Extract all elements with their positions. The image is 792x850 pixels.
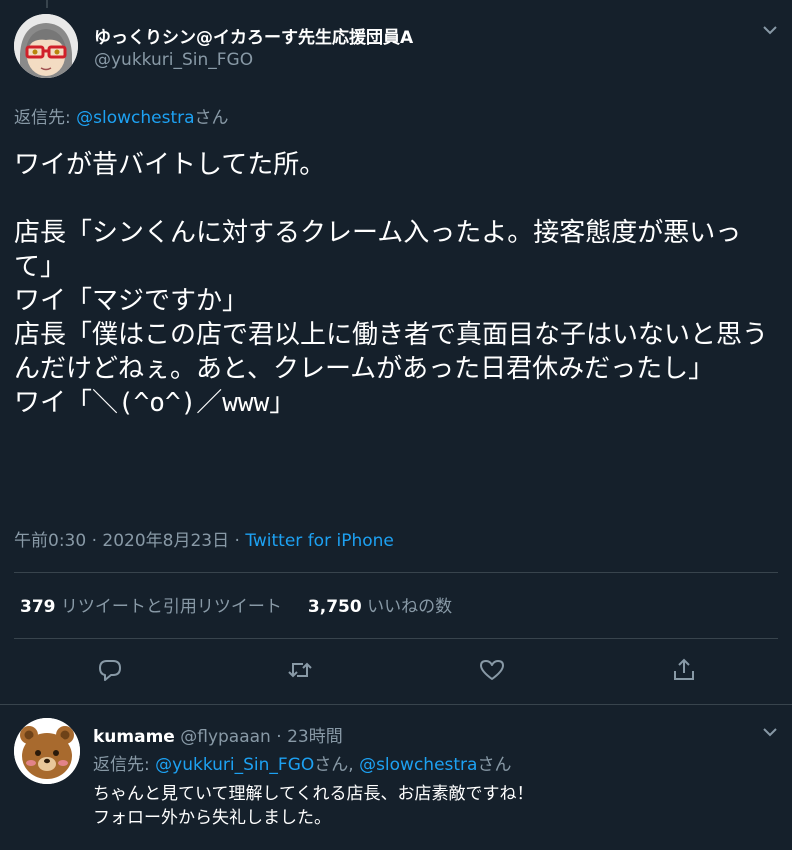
heart-icon <box>480 660 504 680</box>
reply-dot: · <box>270 727 288 747</box>
reply-avatar[interactable] <box>14 718 80 784</box>
share-button[interactable] <box>670 656 700 686</box>
chevron-down-icon[interactable] <box>760 20 780 40</box>
reply-to-link[interactable]: @slowchestra <box>76 108 194 128</box>
retweet-icon <box>288 662 312 678</box>
likes-count: 3,750 <box>307 597 362 617</box>
tweet-actions <box>0 654 792 688</box>
retweets-label: リツイートと引用リツイート <box>55 597 282 617</box>
like-button[interactable] <box>478 656 508 686</box>
tweet-source-link[interactable]: Twitter for iPhone <box>245 531 394 551</box>
comment-icon <box>99 660 121 681</box>
reply-handle[interactable]: @flypaaan <box>180 727 271 747</box>
reply-prefix: 返信先: <box>93 755 156 775</box>
reply-suffix: さん <box>194 108 229 128</box>
chevron-down-icon[interactable] <box>760 722 780 742</box>
avatar-illustration <box>14 14 78 78</box>
tweet-text: ワイが昔バイトしてた所。 店長「シンくんに対するクレーム入ったよ。接客態度が悪い… <box>14 150 769 418</box>
reply-to-link[interactable]: @yukkuri_Sin_FGO <box>155 755 314 775</box>
reply-context: 返信先: @slowchestraさん <box>14 103 229 128</box>
reply-mid: さん, <box>314 755 360 775</box>
reply-header: kumame @flypaaan · 23時間 <box>93 722 343 747</box>
reply-to-link[interactable]: @slowchestra <box>359 755 477 775</box>
tweet-author[interactable]: ゆっくりシン@イカろーす先生応援団員A @yukkuri_Sin_FGO <box>14 14 674 78</box>
reply-suffix: さん <box>477 755 512 775</box>
share-icon <box>674 658 694 680</box>
bear-avatar-illustration <box>14 718 80 784</box>
thread-line <box>46 0 48 8</box>
divider <box>14 638 778 639</box>
tweet-stats: 379 リツイートと引用リツイート 3,750 いいねの数 <box>20 592 452 617</box>
retweets-count: 379 <box>20 597 56 617</box>
reply-button[interactable] <box>96 656 126 686</box>
reply-prefix: 返信先: <box>14 108 77 128</box>
likes-label: いいねの数 <box>361 597 453 617</box>
reply-text: ちゃんと見ていて理解してくれる店長、お店素敵ですね！ フォロー外から失礼しました… <box>93 784 534 828</box>
reply-display-name[interactable]: kumame <box>93 727 175 747</box>
reply-time[interactable]: 23時間 <box>287 727 343 747</box>
reply-context: 返信先: @yukkuri_Sin_FGOさん, @slowchestraさん <box>93 750 511 775</box>
tweet-timestamp[interactable]: 午前0:30 · 2020年8月23日 · <box>14 531 245 551</box>
divider <box>0 704 792 705</box>
author-avatar[interactable] <box>14 14 78 78</box>
author-handle[interactable]: @yukkuri_Sin_FGO <box>94 50 253 70</box>
reply-tweet[interactable]: kumame @flypaaan · 23時間 返信先: @yukkuri_Si… <box>0 706 792 850</box>
tweet-meta: 午前0:30 · 2020年8月23日 · Twitter for iPhone <box>14 526 394 551</box>
likes-stat[interactable]: 3,750 いいねの数 <box>308 597 452 617</box>
divider <box>14 572 778 573</box>
author-display-name[interactable]: ゆっくりシン@イカろーす先生応援団員A <box>94 23 413 48</box>
retweets-stat[interactable]: 379 リツイートと引用リツイート <box>20 597 282 617</box>
retweet-button[interactable] <box>286 656 316 686</box>
